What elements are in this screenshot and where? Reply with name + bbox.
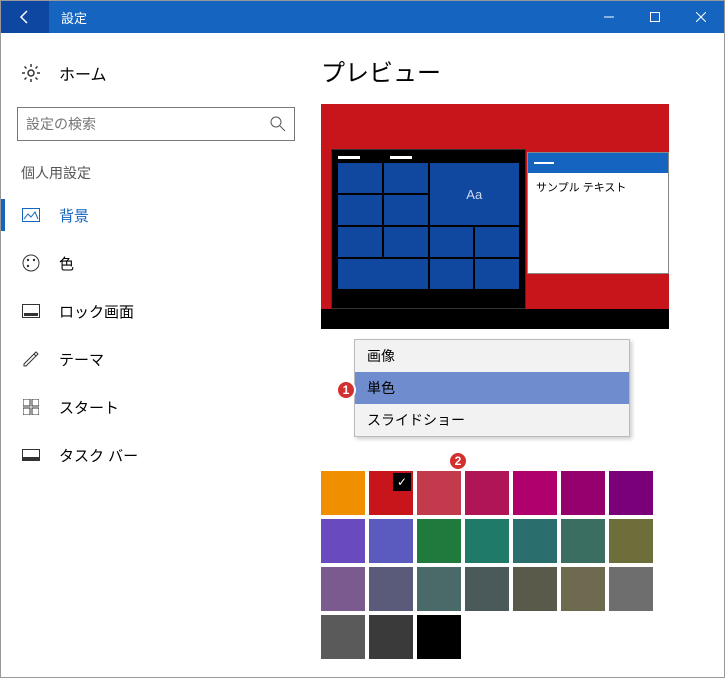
close-button[interactable]	[678, 1, 724, 33]
color-swatch[interactable]	[369, 519, 413, 563]
nav-label: タスク バー	[59, 445, 138, 466]
search-icon	[270, 116, 286, 132]
color-swatch[interactable]	[609, 519, 653, 563]
nav-label: テーマ	[59, 349, 104, 370]
nav-item-lockscreen[interactable]: ロック画面	[1, 287, 311, 335]
nav-item-themes[interactable]: テーマ	[1, 335, 311, 383]
dropdown-option[interactable]: 単色	[355, 372, 629, 404]
color-swatch[interactable]	[417, 519, 461, 563]
annotation-badge-2: 2	[448, 451, 468, 471]
search-input[interactable]	[26, 116, 270, 132]
theme-icon	[21, 349, 41, 369]
start-icon	[21, 397, 41, 417]
dropdown-option[interactable]: スライドショー	[355, 404, 629, 436]
nav-item-colors[interactable]: 色	[1, 239, 311, 287]
search-box[interactable]	[17, 107, 295, 141]
color-swatch[interactable]	[321, 567, 365, 611]
color-swatch[interactable]	[609, 567, 653, 611]
color-swatch[interactable]	[513, 519, 557, 563]
dropdown-option[interactable]: 画像	[355, 340, 629, 372]
color-swatch[interactable]	[417, 567, 461, 611]
sidebar: ホーム 個人用設定 背景 色 ロック画面 テーマ スタート タスク	[1, 33, 311, 677]
page-heading: プレビュー	[321, 53, 708, 88]
maximize-button[interactable]	[632, 1, 678, 33]
color-swatch[interactable]	[513, 471, 557, 515]
titlebar: 設定	[1, 1, 724, 33]
color-swatch[interactable]	[321, 471, 365, 515]
desktop-preview: Aa サンプル テキスト	[321, 104, 669, 329]
color-swatch[interactable]	[609, 471, 653, 515]
color-swatch[interactable]	[369, 615, 413, 659]
color-swatch[interactable]: ✓	[369, 471, 413, 515]
nav-item-taskbar[interactable]: タスク バー	[1, 431, 311, 479]
arrow-left-icon	[17, 9, 33, 25]
minimize-icon	[604, 12, 614, 22]
color-swatch[interactable]	[321, 519, 365, 563]
taskbar-icon	[21, 445, 41, 465]
color-swatch[interactable]	[369, 567, 413, 611]
window-controls	[586, 1, 724, 33]
color-swatch[interactable]	[465, 471, 509, 515]
sample-text: サンプル テキスト	[528, 173, 668, 201]
nav-label: ロック画面	[59, 301, 134, 322]
back-button[interactable]	[1, 1, 49, 33]
nav-item-start[interactable]: スタート	[1, 383, 311, 431]
nav-item-background[interactable]: 背景	[1, 191, 311, 239]
background-type-dropdown[interactable]: 画像単色スライドショー	[354, 339, 630, 437]
annotation-badge-1: 1	[336, 380, 356, 400]
color-swatch[interactable]	[561, 567, 605, 611]
preview-start-menu: Aa	[331, 149, 526, 309]
nav-label: 色	[59, 253, 74, 274]
color-swatch-grid: ✓	[321, 471, 708, 659]
color-swatch[interactable]	[321, 615, 365, 659]
window-title: 設定	[49, 8, 586, 27]
nav-label: スタート	[59, 397, 119, 418]
close-icon	[696, 12, 706, 22]
minimize-button[interactable]	[586, 1, 632, 33]
color-swatch[interactable]	[513, 567, 557, 611]
home-button[interactable]: ホーム	[1, 53, 311, 93]
color-swatch[interactable]	[561, 519, 605, 563]
preview-sample-window: サンプル テキスト	[527, 152, 669, 274]
preview-taskbar	[321, 309, 669, 329]
color-swatch[interactable]	[465, 567, 509, 611]
palette-icon	[21, 253, 41, 273]
nav-label: 背景	[59, 205, 89, 226]
color-swatch[interactable]	[417, 615, 461, 659]
color-swatch[interactable]	[417, 471, 461, 515]
gear-icon	[21, 63, 41, 83]
section-label: 個人用設定	[1, 163, 311, 191]
maximize-icon	[650, 12, 660, 22]
color-swatch[interactable]	[561, 471, 605, 515]
lockscreen-icon	[21, 301, 41, 321]
preview-tile-aa: Aa	[430, 163, 520, 225]
color-swatch[interactable]	[465, 519, 509, 563]
picture-icon	[21, 205, 41, 225]
home-label: ホーム	[59, 61, 107, 85]
check-icon: ✓	[393, 473, 411, 491]
